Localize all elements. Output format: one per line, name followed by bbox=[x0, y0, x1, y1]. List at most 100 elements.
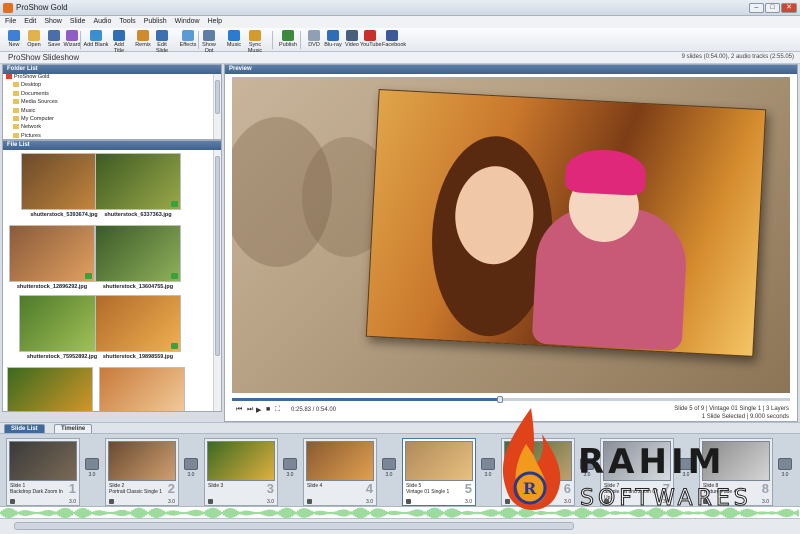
slide-duration[interactable]: 3.0 bbox=[366, 499, 373, 505]
transition-button[interactable]: 3.0 bbox=[379, 458, 399, 484]
previous-slide-button[interactable]: ⏮ bbox=[236, 406, 242, 414]
folder-item[interactable]: Desktop bbox=[3, 82, 213, 90]
toolbar-label: Open bbox=[27, 42, 41, 48]
toolbar-label: Music bbox=[226, 42, 242, 48]
slide-3[interactable]: Slide 3 3 3.0 bbox=[204, 438, 278, 506]
preview-seekbar[interactable] bbox=[232, 396, 790, 403]
folder-list-scrollbar[interactable] bbox=[213, 74, 221, 139]
menu-publish[interactable]: Publish bbox=[139, 17, 170, 25]
slide-label: Slide 4 bbox=[307, 483, 361, 489]
fullscreen-button[interactable]: ⛶ bbox=[275, 406, 280, 414]
next-slide-button[interactable]: ⏭ bbox=[247, 406, 253, 414]
menu-file[interactable]: File bbox=[0, 17, 19, 25]
save-button[interactable]: Save bbox=[44, 29, 64, 51]
slide-duration[interactable]: 3.0 bbox=[69, 499, 76, 505]
slide-label: Slide 1 Backdrop Dark Zoom In bbox=[10, 483, 64, 495]
folder-label: ProShow Gold bbox=[14, 74, 50, 80]
app-logo-icon bbox=[3, 3, 13, 13]
file-thumbnail[interactable]: shutterstock_75952892.jpg bbox=[19, 295, 105, 365]
facebook-icon bbox=[386, 30, 398, 41]
transition-button[interactable]: 3.0 bbox=[82, 458, 102, 484]
toolbar-separator bbox=[272, 31, 273, 49]
watermark-logo: R RAHIM SOFTWARES bbox=[486, 404, 796, 522]
publish-button[interactable]: Publish bbox=[278, 29, 298, 51]
add-blank-button[interactable]: Add Blank bbox=[83, 29, 109, 51]
transition-icon bbox=[382, 458, 396, 470]
file-thumbnail[interactable]: shutterstock_6337363.jpg bbox=[95, 153, 181, 223]
wizard-icon bbox=[66, 30, 78, 41]
menu-show[interactable]: Show bbox=[39, 17, 65, 25]
toolbar-label: Video bbox=[345, 42, 359, 48]
save-icon bbox=[48, 30, 60, 41]
folder-item[interactable]: My Computer bbox=[3, 115, 213, 124]
music-button[interactable]: Music bbox=[224, 29, 244, 51]
folder-label: My Computer bbox=[21, 115, 55, 122]
scroll-thumb[interactable] bbox=[14, 522, 574, 530]
slide-2[interactable]: Slide 2 Portrait Classic Single 1 2 3.0 bbox=[105, 438, 179, 506]
folder-item[interactable]: ProShow Gold bbox=[3, 74, 213, 82]
file-thumbnail[interactable] bbox=[99, 367, 185, 411]
menu-tools[interactable]: Tools bbox=[114, 17, 138, 25]
file-thumbnail[interactable] bbox=[7, 367, 93, 411]
file-thumbnail[interactable]: shutterstock_19898559.jpg bbox=[95, 295, 181, 365]
show-opt-button[interactable]: Show Opt bbox=[199, 29, 219, 54]
file-thumbnail[interactable]: shutterstock_12896292.jpg bbox=[9, 225, 95, 295]
checkmark-icon bbox=[171, 201, 178, 207]
facebook-button[interactable]: Facebook bbox=[382, 29, 406, 51]
slide-duration[interactable]: 3.0 bbox=[465, 499, 472, 505]
preview-panel: Preview ⏮ ⏭ ▶ ■ ⛶ 0:25.83 / 0:54.00 Slid… bbox=[224, 64, 798, 422]
dvd-button[interactable]: DVD bbox=[304, 29, 324, 51]
menu-window[interactable]: Window bbox=[170, 17, 203, 25]
remix-button[interactable]: Remix bbox=[133, 29, 153, 51]
stop-button[interactable]: ■ bbox=[266, 406, 270, 413]
folder-item[interactable]: Media Sources bbox=[3, 99, 213, 107]
new-button[interactable]: New bbox=[4, 29, 24, 51]
checkmark-icon bbox=[85, 273, 92, 279]
menu-audio[interactable]: Audio bbox=[88, 17, 114, 25]
file-list-scrollbar[interactable] bbox=[213, 150, 221, 411]
title-bar: ProShow Gold – □ ✕ bbox=[0, 0, 800, 16]
folder-list-panel: Folder List ProShow Gold Desktop Documents… bbox=[2, 64, 222, 140]
file-image bbox=[95, 225, 181, 282]
minimize-button[interactable]: – bbox=[749, 3, 764, 13]
wizard-button[interactable]: Wizard bbox=[62, 29, 82, 51]
slide-5[interactable]: Slide 5 Vintage 01 Single 1 5 3.0 bbox=[402, 438, 476, 506]
slide-1[interactable]: Slide 1 Backdrop Dark Zoom In 1 3.0 bbox=[6, 438, 80, 506]
transition-button[interactable]: 3.0 bbox=[181, 458, 201, 484]
child-pink-hat bbox=[564, 147, 647, 197]
slide-layer-icon bbox=[307, 499, 312, 504]
edit-slide-button[interactable]: Edit Slide bbox=[152, 29, 172, 54]
slide-label: Slide 3 bbox=[208, 483, 262, 489]
blu-ray-button[interactable]: Blu-ray bbox=[323, 29, 343, 51]
folder-label: Documents bbox=[21, 90, 49, 97]
folder-label: Desktop bbox=[21, 82, 42, 89]
close-button[interactable]: ✕ bbox=[781, 3, 797, 13]
seek-handle[interactable] bbox=[496, 396, 503, 403]
maximize-button[interactable]: □ bbox=[765, 3, 780, 13]
transition-button[interactable]: 3.0 bbox=[280, 458, 300, 484]
file-thumbnail[interactable]: shutterstock_13604755.jpg bbox=[95, 225, 181, 295]
add-title-button[interactable]: Add Title bbox=[109, 29, 129, 54]
folder-item[interactable]: Documents bbox=[3, 90, 213, 99]
slide-duration[interactable]: 3.0 bbox=[267, 499, 274, 505]
toolbar-label: New bbox=[8, 42, 20, 48]
folder-item[interactable]: Network bbox=[3, 124, 213, 132]
menu-help[interactable]: Help bbox=[203, 17, 225, 25]
slide-layer-icon bbox=[10, 499, 15, 504]
open-button[interactable]: Open bbox=[24, 29, 44, 51]
slide-4[interactable]: Slide 4 4 3.0 bbox=[303, 438, 377, 506]
youtube-icon bbox=[364, 30, 376, 41]
menu-slide[interactable]: Slide bbox=[65, 17, 89, 25]
sync-music-button[interactable]: Sync Music bbox=[242, 29, 268, 54]
file-list-panel: File List shutterstock_5393674.jpg shutte… bbox=[2, 140, 222, 412]
menu-edit[interactable]: Edit bbox=[19, 17, 39, 25]
youtube-button[interactable]: YouTube bbox=[360, 29, 382, 51]
folder-item[interactable]: Music bbox=[3, 107, 213, 116]
play-button[interactable]: ▶ bbox=[256, 406, 261, 414]
video-button[interactable]: Video bbox=[342, 29, 362, 51]
effects-button[interactable]: Effects bbox=[178, 29, 198, 51]
folder-icon bbox=[13, 132, 19, 138]
slide-duration[interactable]: 3.0 bbox=[168, 499, 175, 505]
toolbar-label: Publish bbox=[278, 42, 298, 48]
toolbar-label: Facebook bbox=[382, 42, 407, 48]
